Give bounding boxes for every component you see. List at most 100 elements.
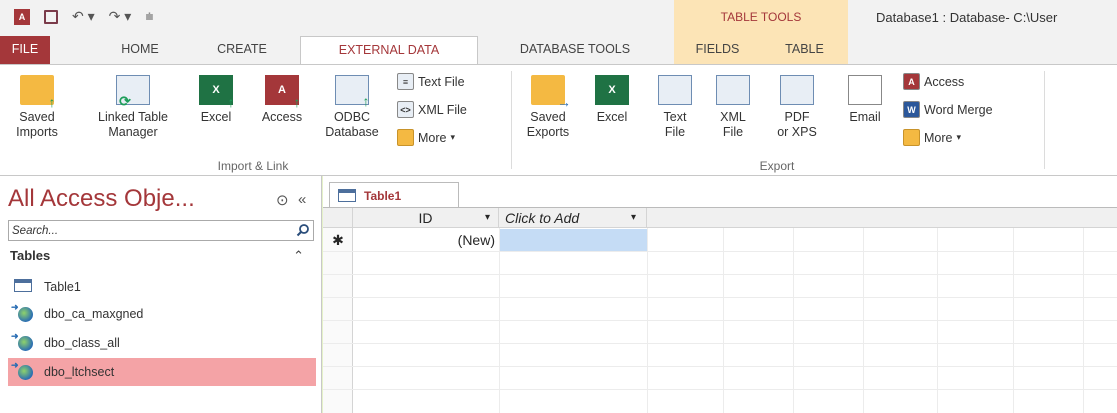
nav-item-dbo-ltchsect[interactable]: ➜ dbo_ltchsect — [8, 358, 316, 386]
tab-external-data[interactable]: EXTERNAL DATA — [300, 36, 478, 65]
save-icon[interactable] — [44, 9, 58, 24]
saved-exports-icon: → — [531, 75, 571, 109]
export-text-file-button[interactable]: Text File — [652, 75, 698, 140]
tab-home[interactable]: HOME — [105, 36, 175, 64]
group-separator — [1044, 71, 1045, 169]
tab-file[interactable]: FILE — [0, 36, 50, 64]
customize-qat-icon[interactable]: ⩧ — [145, 8, 153, 25]
chevron-down-icon: ▾ — [450, 132, 456, 142]
title-bar: A ↶ ▾ ↷ ▾ ⩧ TABLE TOOLS Database1 : Data… — [0, 0, 1117, 36]
table-icon — [14, 279, 34, 295]
grid-row-line — [323, 297, 1117, 298]
import-excel-button[interactable]: X ↑ Excel — [194, 75, 238, 125]
table-tools-label: TABLE TOOLS — [720, 10, 802, 24]
table-icon — [338, 189, 356, 202]
export-excel-button[interactable]: X Excel — [587, 75, 637, 125]
pdf-export-icon — [780, 75, 814, 105]
xml-export-icon — [716, 75, 750, 105]
import-text-file-button[interactable]: ≡ Text File — [397, 73, 465, 90]
nav-pane-title[interactable]: All Access Obje... — [8, 185, 195, 213]
search-icon[interactable] — [296, 223, 310, 237]
sort-filter-icon[interactable]: ▾ — [485, 208, 490, 228]
select-all-cell[interactable] — [323, 208, 353, 228]
odbc-icon: ↑ — [335, 75, 370, 108]
new-record-add-cell[interactable] — [499, 229, 647, 251]
more-import-icon — [397, 129, 414, 146]
column-header-id[interactable]: ID ▾ — [353, 208, 499, 228]
quick-access-toolbar: A ↶ ▾ ↷ ▾ ⩧ — [14, 8, 154, 25]
navigation-pane: All Access Obje... ⊙ « Tables ⌃ Table1 ➜… — [0, 176, 322, 413]
grid-col-line — [1083, 228, 1084, 413]
import-more-button[interactable]: More ▾ — [397, 129, 455, 146]
nav-item-table1[interactable]: Table1 — [8, 273, 316, 301]
nav-item-dbo-ca-maxgned[interactable]: ➜ dbo_ca_maxgned — [8, 300, 316, 328]
linked-table-manager-button[interactable]: ⟳ Linked Table Manager — [78, 75, 188, 140]
tab-database-tools[interactable]: DATABASE TOOLS — [490, 36, 660, 64]
export-access-button[interactable]: A Access — [903, 73, 964, 90]
grid-row-line — [323, 389, 1117, 390]
nav-search-box — [8, 220, 314, 241]
tab-create[interactable]: CREATE — [200, 36, 284, 64]
word-merge-button[interactable]: W Word Merge — [903, 101, 993, 118]
new-record-id-cell[interactable]: (New) — [353, 229, 499, 251]
import-xml-file-button[interactable]: <> XML File — [397, 101, 467, 118]
excel-export-icon: X — [595, 75, 629, 105]
ribbon-tabs: FILE HOME CREATE EXTERNAL DATA DATABASE … — [0, 36, 1117, 65]
tables-category-header[interactable]: Tables ⌃ — [10, 248, 314, 270]
document-tab-table1[interactable]: Table1 — [329, 182, 459, 208]
linked-table-icon: ➜ — [11, 360, 34, 380]
header-filler — [647, 208, 1117, 228]
redo-icon[interactable]: ↷ ▾ — [109, 8, 132, 25]
linked-table-icon: ➜ — [11, 331, 34, 351]
collapse-icon[interactable]: ⌃ — [293, 248, 304, 264]
nav-menu-icon[interactable]: ⊙ — [276, 191, 289, 209]
linked-table-manager-icon: ⟳ — [116, 75, 150, 108]
text-file-icon: ≡ — [397, 73, 414, 90]
window-title: Database1 : Database- C:\User — [876, 10, 1058, 25]
access-export-icon: A — [903, 73, 920, 90]
import-access-button[interactable]: A ↑ Access — [252, 75, 312, 125]
text-export-icon — [658, 75, 692, 105]
grid-col-line — [937, 228, 938, 413]
linked-table-icon: ➜ — [11, 302, 34, 322]
odbc-database-button[interactable]: ↑ ODBC Database — [314, 75, 390, 140]
datasheet-grid: ID ▾ Click to Add ▾ ✱ (New) — [323, 208, 1117, 413]
shutter-bar-close-icon[interactable]: « — [298, 191, 306, 208]
grid-row-line — [323, 274, 1117, 275]
tab-fields[interactable]: FIELDS — [674, 36, 761, 64]
export-email-button[interactable]: Email — [840, 75, 890, 125]
access-logo-icon: A — [14, 8, 30, 25]
grid-col-line — [647, 228, 648, 413]
import-link-group-label: Import & Link — [217, 159, 289, 173]
grid-row-line — [323, 320, 1117, 321]
group-separator — [511, 71, 512, 169]
more-export-icon — [903, 129, 920, 146]
add-field-icon[interactable]: ▾ — [631, 208, 636, 228]
document-area: Table1 ID ▾ Click to Add ▾ ✱ (New) — [323, 176, 1117, 413]
grid-col-line — [499, 228, 500, 413]
nav-item-dbo-class-all[interactable]: ➜ dbo_class_all — [8, 329, 316, 357]
chevron-down-icon: ▾ — [956, 132, 962, 142]
grid-row-line — [323, 343, 1117, 344]
saved-imports-icon: ↑ — [20, 75, 56, 109]
word-icon: W — [903, 101, 920, 118]
grid-row-line — [323, 366, 1117, 367]
grid-row-line — [323, 251, 1117, 252]
column-header-click-to-add[interactable]: Click to Add ▾ — [499, 208, 647, 228]
export-xml-file-button[interactable]: XML File — [710, 75, 756, 140]
category-title: Tables — [10, 248, 51, 263]
grid-col-line — [793, 228, 794, 413]
grid-col-line — [863, 228, 864, 413]
tab-table[interactable]: TABLE — [761, 36, 848, 64]
saved-exports-button[interactable]: → Saved Exports — [517, 75, 579, 140]
excel-icon: X ↑ — [199, 75, 235, 109]
export-more-button[interactable]: More ▾ — [903, 129, 961, 146]
export-pdf-xps-button[interactable]: PDF or XPS — [770, 75, 824, 140]
saved-imports-button[interactable]: ↑ Saved Imports — [6, 75, 68, 140]
search-input[interactable] — [9, 221, 289, 240]
undo-icon[interactable]: ↶ ▾ — [72, 8, 95, 25]
grid-col-line — [1013, 228, 1014, 413]
email-icon — [848, 75, 882, 105]
new-record-marker[interactable]: ✱ — [323, 229, 353, 251]
export-group-label: Export — [759, 159, 795, 173]
